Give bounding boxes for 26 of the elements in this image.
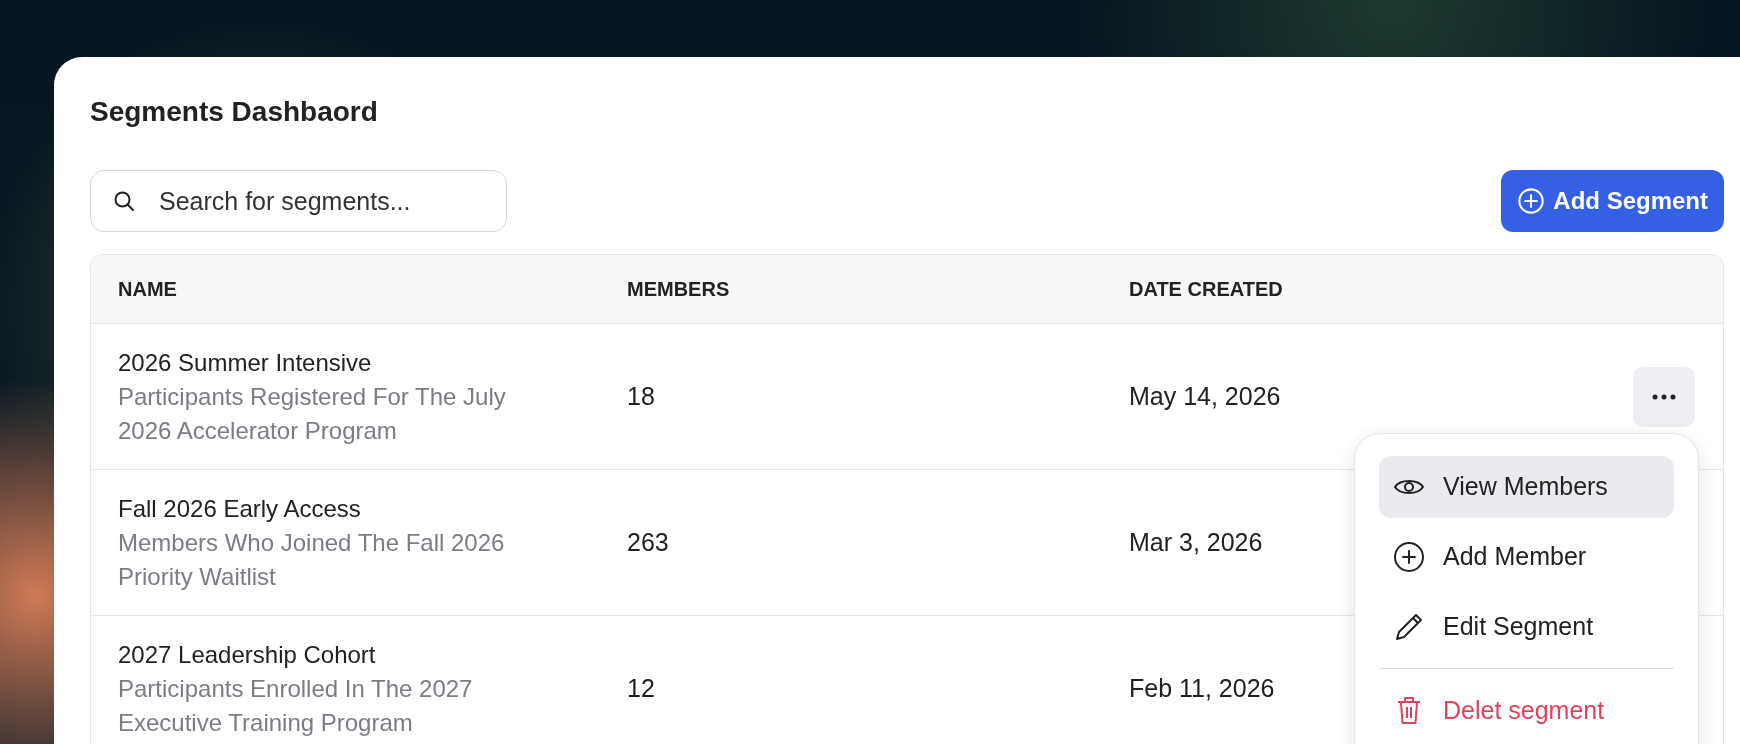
ellipsis-icon: [1652, 393, 1676, 400]
segment-name: 2026 Summer Intensive: [118, 347, 373, 378]
menu-item[interactable]: Delet segment: [1379, 679, 1674, 741]
date-created: May 14, 2026: [1129, 382, 1281, 411]
search-field[interactable]: Search for segments...: [90, 170, 507, 232]
column-header: NAME: [117, 277, 178, 301]
segment-name: Fall 2026 Early Access: [118, 493, 362, 524]
segment-description: Members Who Joined The Fall 2026 Priority Waitlist: [118, 527, 506, 592]
menu-item[interactable]: Edit Segment: [1379, 595, 1674, 658]
date-created: Feb 11, 2026: [1129, 674, 1275, 703]
page-title: Segments Dashbaord: [90, 96, 378, 128]
menu-item[interactable]: Add Member: [1379, 525, 1674, 588]
column-header: MEMBERS: [627, 277, 731, 301]
column-header: DATE CREATED: [1129, 277, 1284, 301]
plus-circle-icon: [1393, 540, 1425, 573]
add-segment-button[interactable]: Add Segment: [1501, 170, 1724, 232]
members-count: 18: [627, 382, 655, 411]
plus-circle-icon: [1517, 187, 1546, 215]
members-count: 263: [627, 528, 669, 557]
date-created: Mar 3, 2026: [1129, 528, 1263, 557]
menu-item[interactable]: View Members: [1379, 455, 1674, 518]
segment-name: 2027 Leadership Cohort: [118, 639, 377, 670]
more-options-button[interactable]: [1633, 366, 1695, 427]
members-count: 12: [627, 674, 655, 703]
segment-description: Participants Registered For The July 2026 Accelerator Program: [118, 381, 507, 446]
segment-description: Participants Enrolled In The 2027 Executive Training Program: [118, 673, 474, 738]
